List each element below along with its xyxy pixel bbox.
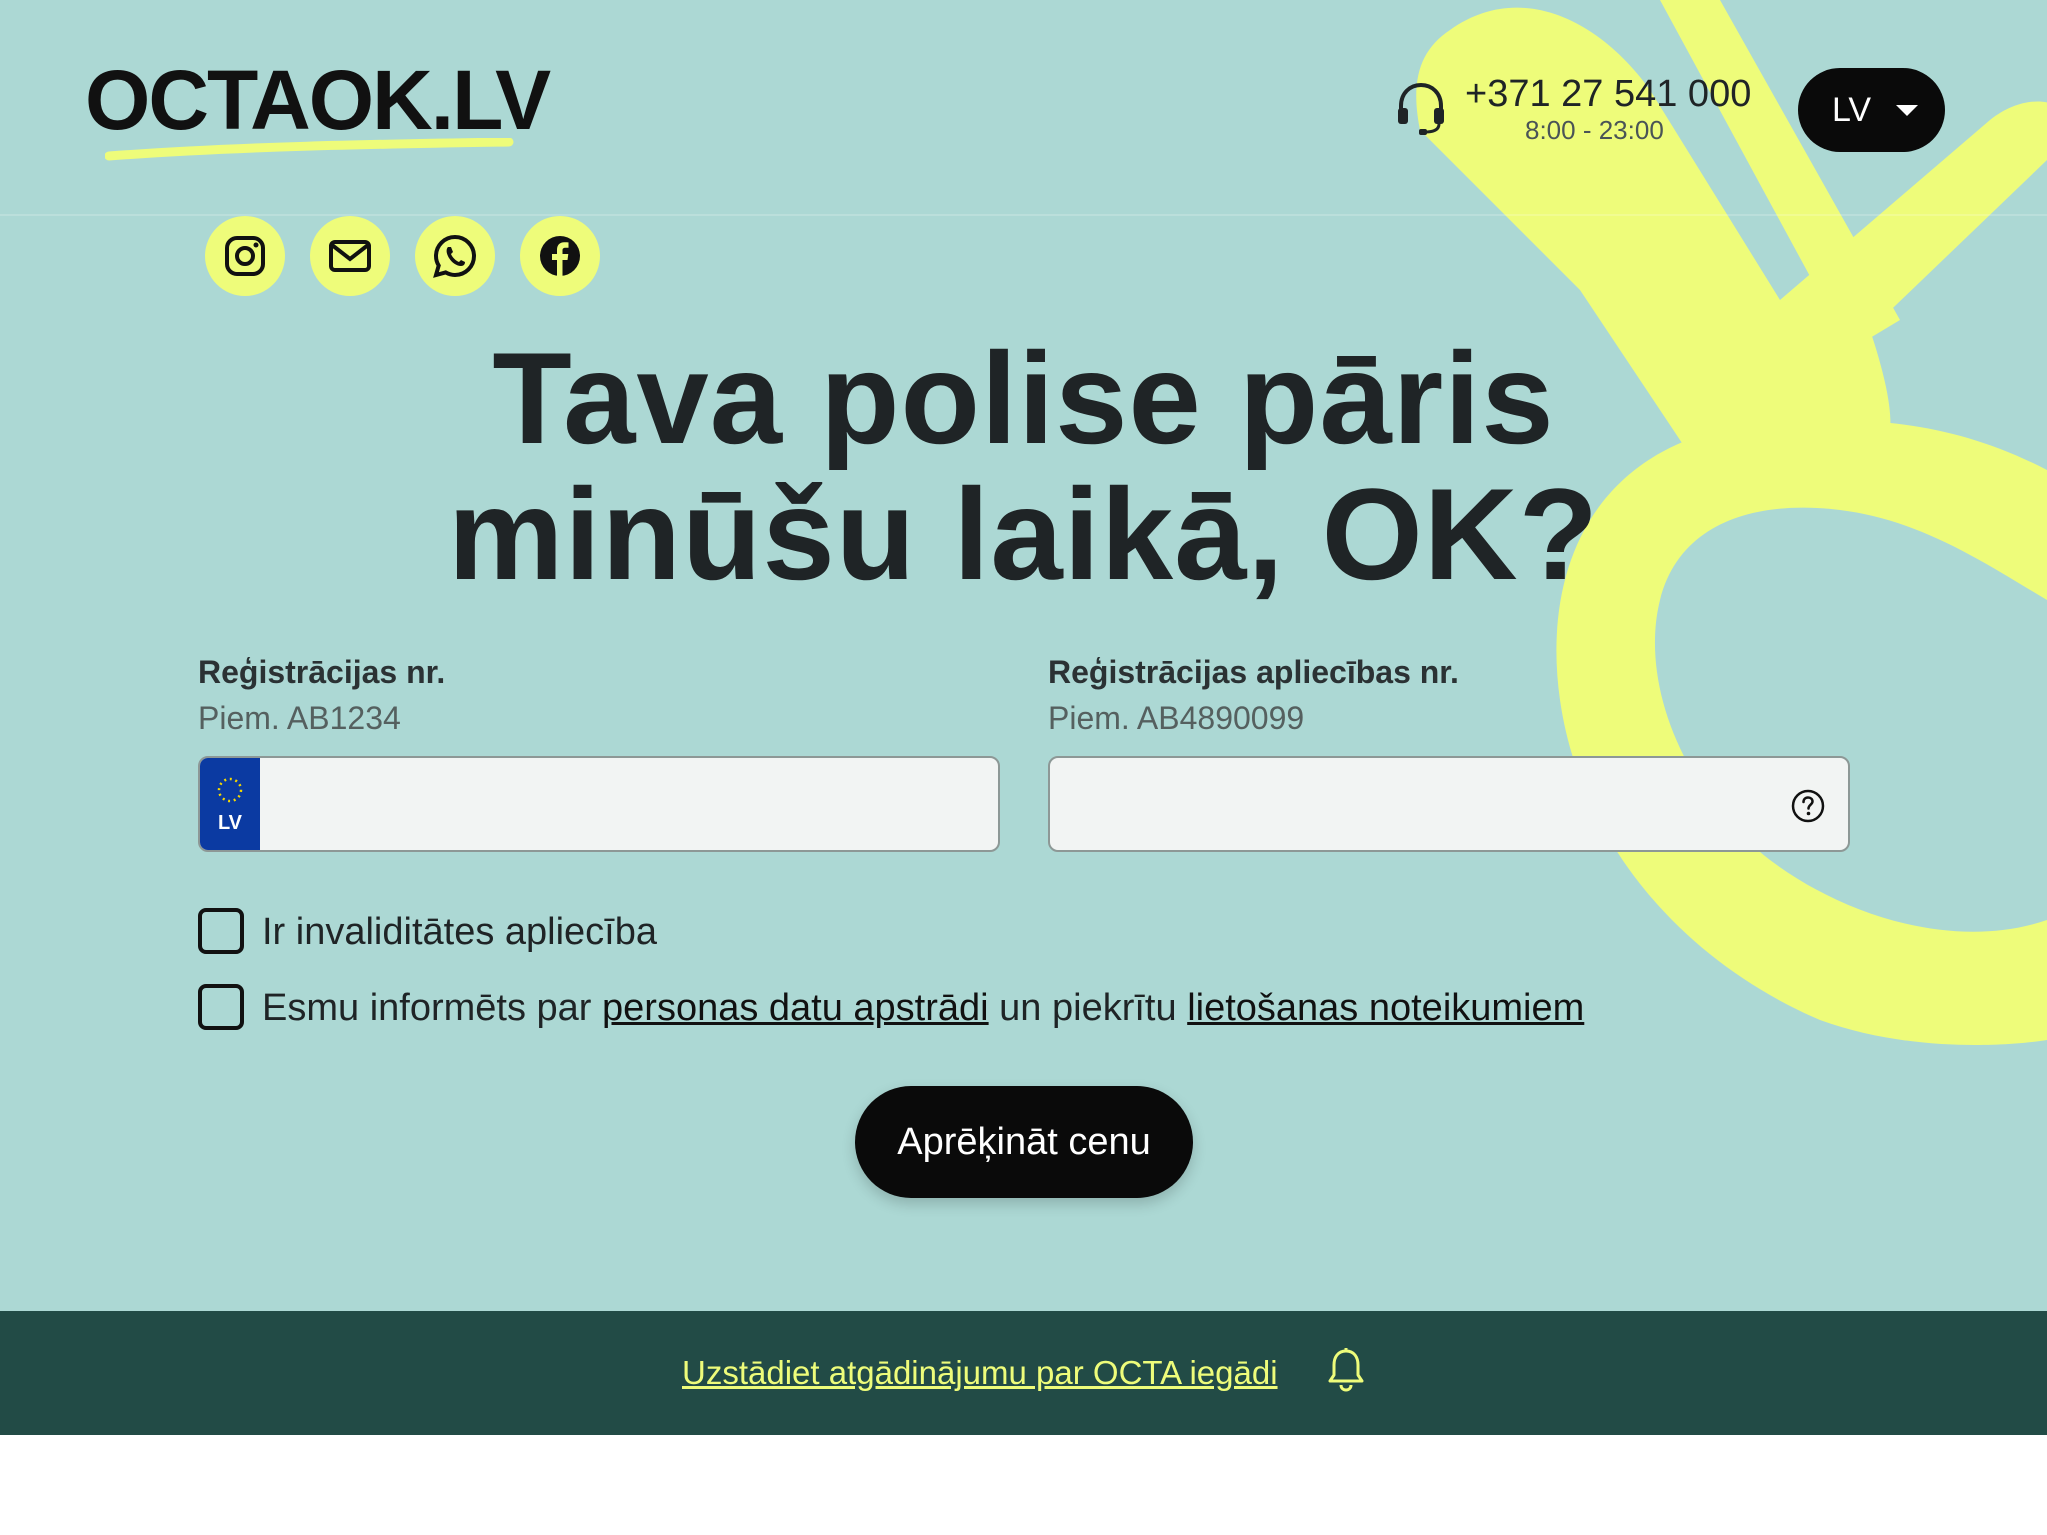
eu-plate-band: LV (200, 758, 260, 850)
consent-checkbox[interactable] (198, 984, 244, 1030)
site-header: OCTAOK.LV +371 27 541 000 8:00 - 23:00 L… (0, 0, 2047, 216)
headline-line-2: minūšu laikā, OK? (447, 461, 1600, 607)
calculate-price-button[interactable]: Aprēķināt cenu (855, 1086, 1193, 1198)
caret-down-icon (1896, 105, 1918, 116)
facebook-button[interactable] (520, 216, 600, 296)
consent-checkbox-label: Esmu informēts par personas datu apstrād… (262, 986, 1584, 1030)
bell-icon[interactable] (1326, 1347, 1366, 1393)
mail-icon (329, 240, 371, 272)
phone-contact[interactable]: +371 27 541 000 8:00 - 23:00 (1395, 72, 1765, 148)
logo-underline (105, 138, 514, 161)
whatsapp-button[interactable] (415, 216, 495, 296)
privacy-policy-link[interactable]: personas datu apstrādi (602, 987, 989, 1029)
consent-text-middle: un piekrītu (999, 987, 1177, 1029)
octaok-logo[interactable]: OCTAOK.LV (85, 58, 551, 162)
headset-icon (1398, 82, 1444, 135)
hero-section: OCTAOK.LV +371 27 541 000 8:00 - 23:00 L… (0, 0, 2047, 1311)
phone-number[interactable]: +371 27 541 000 (1465, 72, 1751, 116)
plate-country-code: LV (217, 812, 243, 834)
disability-checkbox-label[interactable]: Ir invaliditātes apliecība (262, 910, 657, 954)
help-icon[interactable] (1790, 788, 1826, 824)
whatsapp-icon (433, 234, 477, 278)
disability-checkbox[interactable] (198, 908, 244, 954)
consent-text-before: Esmu informēts par (262, 987, 592, 1029)
phone-hours: 8:00 - 23:00 (1525, 115, 1664, 145)
terms-of-use-link[interactable]: lietošanas noteikumiem (1187, 987, 1584, 1029)
reg-number-input[interactable] (260, 758, 998, 850)
logo-text: OCTAOK.LV (85, 53, 551, 147)
reminder-banner: Uzstādiet atgādinājumu par OCTA iegādi (0, 1311, 2047, 1435)
set-reminder-link[interactable]: Uzstādiet atgādinājumu par OCTA iegādi (682, 1351, 1278, 1395)
email-button[interactable] (310, 216, 390, 296)
language-label: LV (1832, 91, 1872, 129)
page-headline: Tava polise pāris minūšu laikā, OK? (0, 330, 2047, 602)
facebook-icon (540, 236, 580, 276)
headline-line-1: Tava polise pāris (492, 325, 1555, 471)
reg-number-label: Reģistrācijas nr. (198, 654, 446, 690)
instagram-icon (225, 236, 265, 276)
reg-cert-field[interactable] (1048, 756, 1850, 852)
reg-number-hint: Piem. AB1234 (198, 700, 401, 736)
reg-number-field[interactable]: LV (198, 756, 1000, 852)
reg-cert-hint: Piem. AB4890099 (1048, 700, 1305, 736)
eu-stars-icon (217, 777, 243, 803)
reg-cert-label: Reģistrācijas apliecības nr. (1048, 654, 1459, 690)
instagram-button[interactable] (205, 216, 285, 296)
language-selector[interactable]: LV (1798, 68, 1945, 152)
reg-cert-input[interactable] (1050, 758, 1770, 850)
